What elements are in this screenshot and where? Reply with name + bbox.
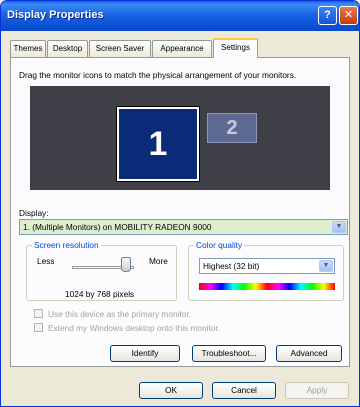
cancel-button[interactable]: Cancel <box>212 382 276 399</box>
monitor-2-icon[interactable]: 2 <box>207 113 257 143</box>
advanced-button[interactable]: Advanced <box>276 345 342 362</box>
extend-desktop-checkbox[interactable] <box>34 323 43 332</box>
color-quality-select[interactable]: Highest (32 bit) ▼ <box>199 258 335 274</box>
close-button[interactable]: ✕ <box>339 6 358 25</box>
window-title: Display Properties <box>7 9 104 21</box>
troubleshoot-button[interactable]: Troubleshoot... <box>192 345 266 362</box>
apply-button[interactable]: Apply <box>285 382 349 399</box>
monitor-1-icon[interactable]: 1 <box>116 106 200 182</box>
screen-resolution-title: Screen resolution <box>32 240 101 250</box>
display-select-value: 1. (Multiple Monitors) on MOBILITY RADEO… <box>23 222 212 232</box>
primary-monitor-checkbox[interactable] <box>34 309 43 318</box>
tab-themes[interactable]: Themes <box>10 40 46 57</box>
resolution-more-label: More <box>149 256 168 266</box>
color-quality-title: Color quality <box>194 240 245 250</box>
tab-appearance[interactable]: Appearance <box>152 40 212 57</box>
resolution-less-label: Less <box>37 256 55 266</box>
tab-settings[interactable]: Settings <box>213 38 258 58</box>
tab-desktop[interactable]: Desktop <box>47 40 88 57</box>
help-button[interactable]: ? <box>318 6 337 25</box>
resolution-value: 1024 by 768 pixels <box>65 289 135 299</box>
chevron-down-icon[interactable]: ▼ <box>319 260 333 272</box>
resolution-slider-thumb[interactable] <box>121 257 131 272</box>
title-bar[interactable]: Display Properties ? ✕ <box>1 1 359 31</box>
identify-button[interactable]: Identify <box>110 345 180 362</box>
color-quality-value: Highest (32 bit) <box>203 261 260 271</box>
chevron-down-icon[interactable]: ▼ <box>332 221 346 233</box>
color-spectrum-bar <box>199 283 335 290</box>
extend-desktop-label: Extend my Windows desktop onto this moni… <box>48 323 221 333</box>
instructions-text: Drag the monitor icons to match the phys… <box>19 70 297 80</box>
primary-monitor-label: Use this device as the primary monitor. <box>48 309 191 319</box>
display-label: Display: <box>19 208 49 218</box>
display-select[interactable]: 1. (Multiple Monitors) on MOBILITY RADEO… <box>19 219 348 235</box>
tab-screen-saver[interactable]: Screen Saver <box>89 40 151 57</box>
ok-button[interactable]: OK <box>139 382 203 399</box>
